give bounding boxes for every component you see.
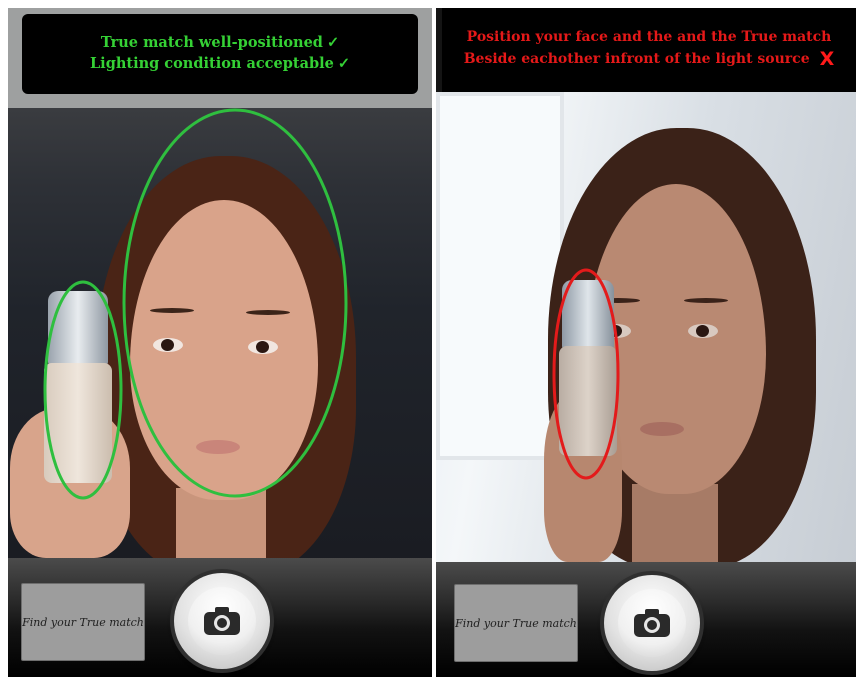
camera-icon [634, 609, 670, 637]
camera-screen-right: Position your face and the and the True … [436, 8, 856, 677]
camera-icon [204, 607, 240, 635]
camera-screen-left: True match well-positioned ✓ Lighting con… [8, 8, 432, 677]
product-detection-ring [552, 268, 620, 480]
camera-toolbar: Find your True match [8, 558, 432, 677]
shutter-button[interactable] [174, 573, 270, 669]
checkmark-icon: ✓ [326, 34, 340, 51]
checkmark-icon: ✓ [337, 55, 350, 72]
guidance-banner: Position your face and the and the True … [442, 8, 856, 92]
find-true-match-button[interactable]: Find your True match [21, 583, 145, 661]
camera-toolbar: Find your True match [436, 562, 856, 677]
camera-preview [8, 108, 432, 558]
detection-overlay [43, 108, 348, 500]
guidance-message: Beside eachother infront of the light so… [463, 51, 810, 67]
face-detection-ring [122, 108, 348, 498]
error-x-icon: X [819, 48, 835, 70]
guidance-message: True match well-positioned [100, 34, 323, 51]
guidance-banner: True match well-positioned ✓ Lighting con… [22, 14, 418, 94]
shutter-button[interactable] [604, 575, 700, 671]
guidance-message: Position your face and the and the True … [466, 29, 832, 45]
detection-overlay [552, 268, 620, 480]
product-detection-ring [43, 280, 123, 500]
guidance-message: Lighting condition acceptable [89, 55, 334, 72]
camera-preview [436, 92, 856, 562]
find-true-match-button[interactable]: Find your True match [454, 584, 578, 662]
